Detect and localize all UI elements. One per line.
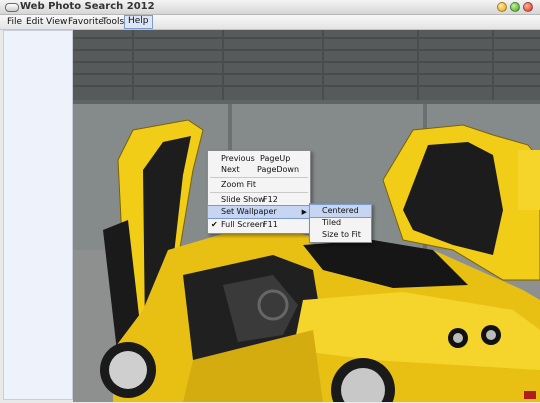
submenu-arrow-icon: ▶	[301, 208, 307, 216]
context-menu: Previous PageUp Next PageDown Zoom Fit S…	[207, 150, 311, 234]
menu-item-zoom-fit[interactable]: Zoom Fit	[208, 179, 310, 191]
menu-file[interactable]: File	[4, 16, 25, 28]
menu-item-label: Set Wallpaper	[221, 207, 277, 216]
title-bar[interactable]: Web Photo Search 2012	[0, 0, 540, 15]
maximize-button[interactable]	[510, 2, 520, 12]
shortcut-label: F12	[263, 195, 278, 204]
window-menu-icon[interactable]	[5, 3, 19, 12]
menu-item-full-screen[interactable]: ✔ Full Screen F11	[208, 219, 310, 231]
minimize-button[interactable]	[497, 2, 507, 12]
status-indicator	[524, 391, 536, 399]
menu-item-label: Zoom Fit	[221, 180, 256, 189]
app-window: Web Photo Search 2012 File Edit View Fav…	[0, 0, 540, 403]
shortcut-label: PageDown	[257, 165, 300, 174]
menu-separator	[210, 177, 308, 178]
menu-item-label: Centered	[322, 206, 359, 215]
menu-help[interactable]: Help	[124, 15, 153, 29]
menu-item-slide-show[interactable]: Slide Show F12	[208, 194, 310, 206]
submenu-item-centered[interactable]: Centered	[309, 204, 372, 218]
checkmark-icon: ✔	[211, 220, 218, 229]
menu-item-next[interactable]: Next PageDown	[208, 164, 310, 176]
menu-item-label: Next	[221, 165, 240, 174]
menu-item-label: Full Screen	[221, 220, 265, 229]
menu-separator	[210, 192, 308, 193]
folder-pane[interactable]	[3, 30, 73, 400]
submenu-item-tiled[interactable]: Tiled	[310, 217, 371, 229]
wallpaper-submenu: Centered Tiled Size to Fit	[309, 203, 372, 243]
menu-item-set-wallpaper[interactable]: Set Wallpaper ▶	[207, 205, 311, 219]
menu-item-label: Tiled	[322, 218, 342, 227]
submenu-item-size-to-fit[interactable]: Size to Fit	[310, 229, 371, 241]
menu-item-label: Size to Fit	[322, 230, 361, 239]
shortcut-label: F11	[263, 220, 278, 229]
window-title: Web Photo Search 2012	[20, 1, 155, 12]
close-button[interactable]	[523, 2, 533, 12]
menu-item-label: Slide Show	[221, 195, 265, 204]
menu-bar: File Edit View Favorite Tools Help	[0, 15, 540, 30]
menu-tools[interactable]: Tools	[99, 16, 127, 28]
